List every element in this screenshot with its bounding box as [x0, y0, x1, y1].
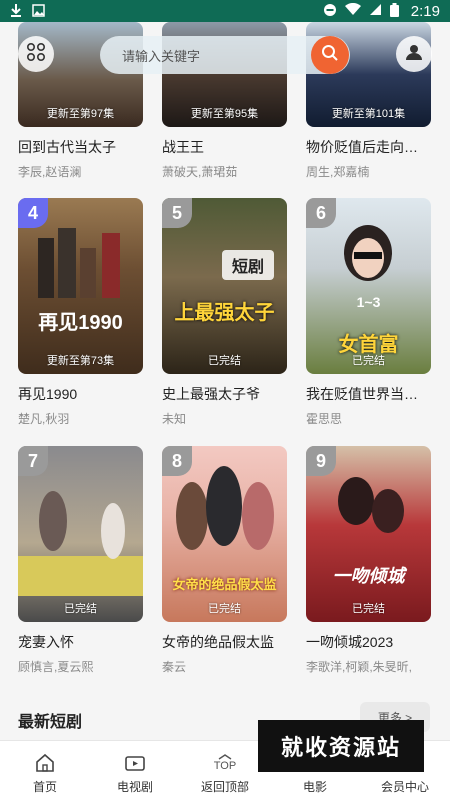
drama-title[interactable]: 我在贬值世界当女首富 [306, 384, 431, 404]
drama-cast: 李辰,赵语澜 [18, 165, 82, 179]
grid-menu-icon [26, 42, 46, 67]
search-placeholder: 请输入关键字 [122, 48, 201, 64]
tv-icon [124, 752, 146, 774]
wifi-icon [344, 2, 361, 19]
nav-label: 会员中心 [380, 780, 429, 794]
drama-title[interactable]: 女帝的绝品假太监 [162, 632, 287, 652]
drama-title[interactable]: 宠妻入怀 [18, 632, 143, 652]
status-bar: 2:19 [0, 0, 450, 22]
episode-badge: 已完结 [64, 603, 97, 615]
drama-cast: 周生,郑嘉楠 [306, 165, 370, 179]
drama-cast: 萧破天,萧珺茹 [162, 165, 238, 179]
rank-badge: 6 [306, 198, 336, 228]
user-button[interactable] [396, 36, 432, 72]
poster-title: 女帝的绝品假太监 [172, 577, 277, 592]
episode-badge: 已完结 [352, 603, 385, 615]
drama-poster[interactable]: 9 一吻倾城 已完结 [306, 446, 431, 622]
drama-card[interactable]: 4 再见1990 更新至第73集 再见1990 楚凡,秋羽 [18, 198, 143, 427]
episode-badge: 已完结 [352, 355, 385, 367]
status-time: 2:19 [410, 2, 440, 20]
download-icon [10, 3, 22, 19]
drama-poster[interactable]: 4 再见1990 更新至第73集 [18, 198, 143, 374]
drama-title[interactable]: 战王王 [162, 137, 287, 157]
drama-title[interactable]: 回到古代当太子 [18, 137, 143, 157]
drama-cast: 楚凡,秋羽 [18, 412, 70, 426]
image-icon [32, 3, 45, 19]
watermark-banner: 就收资源站 [258, 720, 424, 772]
drama-title[interactable]: 再见1990 [18, 384, 143, 404]
drama-cast: 霍思思 [306, 412, 343, 426]
minus-circle-icon [323, 3, 337, 20]
nav-item-tv[interactable]: 电视剧 [90, 741, 180, 807]
drama-cast: 未知 [162, 412, 187, 426]
drama-poster[interactable]: 8 女帝的绝品假太监 已完结 [162, 446, 287, 622]
drama-poster[interactable]: 6 1~3 女首富 已完结 [306, 198, 431, 374]
drama-title[interactable]: 物价贬值后走向巅峰 [306, 137, 431, 157]
episode-badge: 更新至第73集 [46, 355, 115, 367]
episode-badge: 更新至第101集 [331, 108, 406, 120]
nav-label: 首页 [32, 780, 57, 794]
drama-card[interactable]: 8 女帝的绝品假太监 已完结 女帝的绝品假太监 秦云 [162, 446, 287, 675]
nav-label: 电影 [302, 780, 327, 794]
poster-title: 上最强太子 [174, 302, 275, 324]
top-bar: 请输入关键字 [0, 22, 450, 84]
episode-badge: 更新至第97集 [46, 108, 115, 120]
search-icon [321, 44, 339, 67]
poster-title: 一吻倾城 [332, 566, 405, 586]
drama-title[interactable]: 一吻倾城2023 [306, 632, 431, 652]
poster-title: 再见1990 [38, 312, 123, 334]
drama-card[interactable]: 9 一吻倾城 已完结 一吻倾城2023 李歌洋,柯颖,朱旻昕, [306, 446, 431, 675]
search-button[interactable] [311, 36, 349, 74]
top-text: TOP [213, 760, 237, 772]
episode-badge: 已完结 [208, 603, 241, 615]
drama-card[interactable]: 5 短剧 上最强太子 已完结 史上最强太子爷 未知 [162, 198, 287, 427]
signal-icon [369, 3, 382, 19]
nav-item-home[interactable]: 首页 [0, 741, 90, 807]
rank-badge: 8 [162, 446, 192, 476]
rank-badge: 4 [18, 198, 48, 228]
home-icon [35, 752, 55, 774]
drama-cast: 秦云 [162, 660, 187, 674]
nav-label: 返回顶部 [200, 780, 249, 794]
episode-badge: 更新至第95集 [190, 108, 259, 120]
section-title: 最新短剧 [18, 714, 83, 731]
nav-label: 电视剧 [116, 780, 153, 794]
drama-cast: 李歌洋,柯颖,朱旻昕, [306, 660, 413, 674]
category-menu-button[interactable] [18, 36, 54, 72]
rank-badge: 9 [306, 446, 336, 476]
battery-icon [389, 2, 399, 20]
drama-card[interactable]: 7 已完结 宠妻入怀 顾慎言,夏云熙 [18, 446, 143, 675]
user-icon [405, 43, 423, 66]
rank-badge: 7 [18, 446, 48, 476]
episode-badge: 已完结 [208, 355, 241, 367]
top-arrow-icon: TOP [214, 752, 236, 774]
drama-card[interactable]: 6 1~3 女首富 已完结 我在贬值世界当女首富 霍思思 [306, 198, 431, 427]
poster-subtitle: 1~3 [356, 294, 381, 310]
drama-poster[interactable]: 5 短剧 上最强太子 已完结 [162, 198, 287, 374]
drama-cast: 顾慎言,夏云熙 [18, 660, 94, 674]
nav-item-back-to-top[interactable]: TOP 返回顶部 [180, 741, 270, 807]
drama-poster[interactable]: 7 已完结 [18, 446, 143, 622]
rank-badge: 5 [162, 198, 192, 228]
poster-tag: 短剧 [222, 250, 274, 280]
drama-title[interactable]: 史上最强太子爷 [162, 384, 287, 404]
